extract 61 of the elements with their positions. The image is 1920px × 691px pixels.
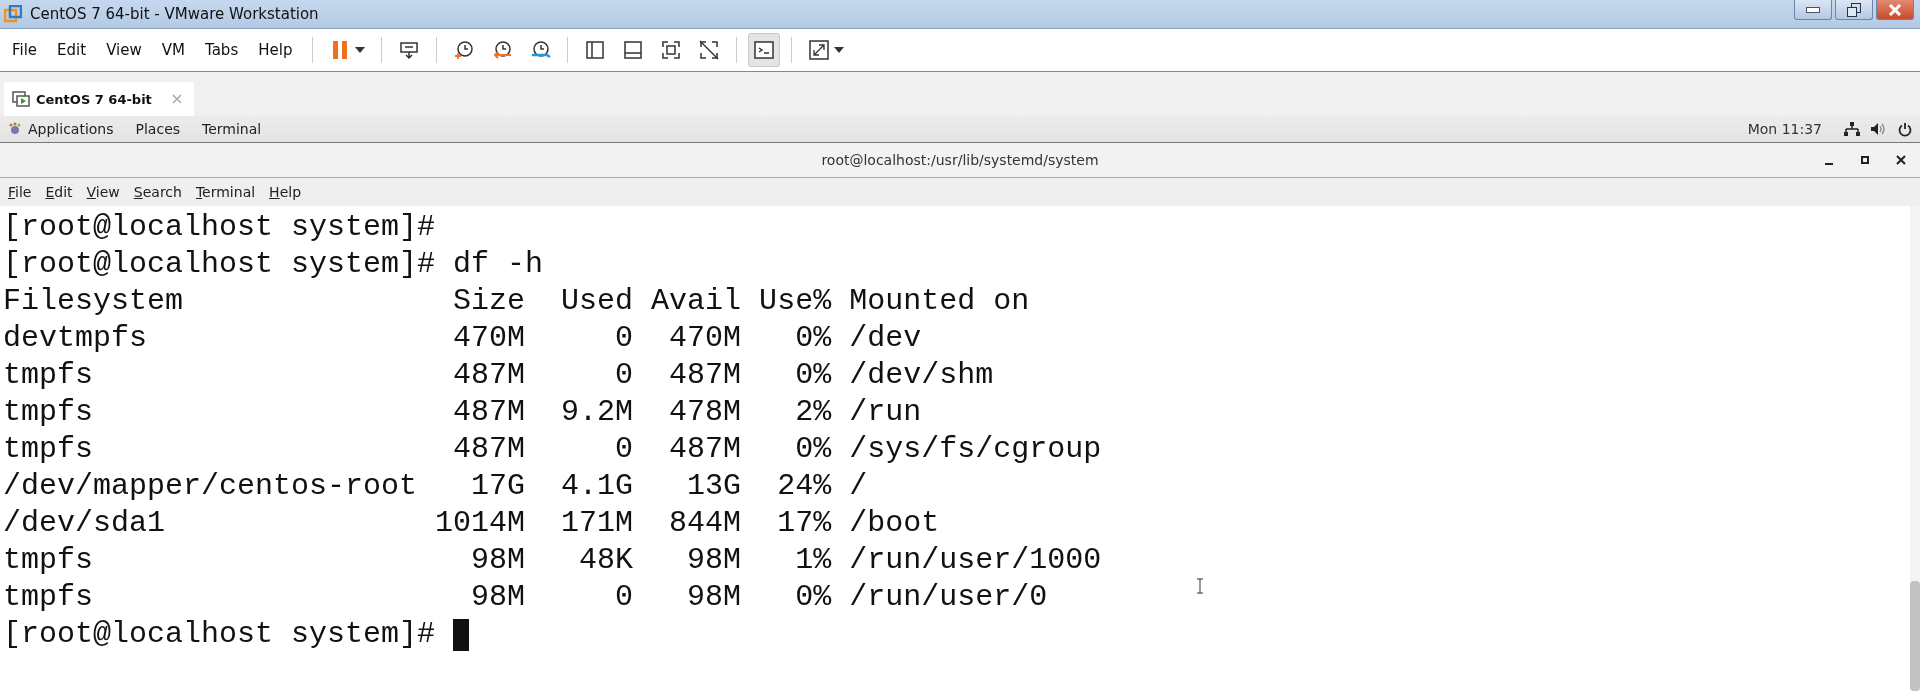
menu-item[interactable]: View: [86, 184, 120, 200]
terminal-line: tmpfs 98M 0 98M 0% /run/user/0: [3, 579, 1048, 616]
menu-item[interactable]: Edit: [45, 184, 73, 200]
power-icon[interactable]: [1898, 121, 1912, 137]
terminal-line: devtmpfs 470M 0 470M 0% /dev: [3, 320, 922, 357]
maximize-icon: [1861, 156, 1869, 164]
panel-menu[interactable]: Places: [135, 121, 181, 137]
terminal-title: root@localhost:/usr/lib/systemd/system: [821, 152, 1099, 168]
tab-label: CentOS 7 64-bit: [36, 91, 152, 107]
minimize-button[interactable]: [1794, 0, 1832, 20]
menu-item[interactable]: Help: [269, 184, 302, 200]
network-icon[interactable]: [1844, 122, 1860, 136]
terminal-line: tmpfs 487M 0 487M 0% /sys/fs/cgroup: [3, 431, 1102, 468]
fit-frame-icon: [660, 39, 683, 61]
terminal-line: /dev/sda1 1014M 171M 844M 17% /boot: [3, 505, 940, 542]
clock[interactable]: Mon 11:37: [1747, 121, 1822, 137]
split-view-icon: [584, 39, 607, 61]
terminal-line: [root@localhost system]#: [3, 616, 437, 653]
toolbar-button[interactable]: [748, 33, 781, 67]
menu-item[interactable]: Search: [133, 184, 182, 200]
frame-slash-icon: [698, 39, 721, 61]
menu-item[interactable]: File: [4, 41, 46, 59]
text-cursor-icon: [1196, 578, 1204, 594]
clock-wrench-icon: [529, 39, 552, 61]
terminal-line: tmpfs 487M 9.2M 478M 2% /run: [3, 394, 922, 431]
close-icon: [1896, 155, 1906, 165]
close-icon: [1888, 3, 1902, 16]
caret-icon: [834, 47, 845, 53]
vm-tab[interactable]: CentOS 7 64-bit: [4, 82, 194, 116]
foot-icon: [8, 122, 22, 136]
terminal-line: [root@localhost system]#: [3, 209, 436, 246]
scrollbar-thumb[interactable]: [1910, 581, 1920, 691]
panel-menu[interactable]: Terminal: [202, 121, 262, 137]
menu-item[interactable]: View: [98, 41, 150, 59]
vm-play-icon: [12, 91, 30, 107]
terminal-line: tmpfs 487M 0 487M 0% /dev/shm: [3, 357, 994, 394]
menu-item[interactable]: Help: [250, 41, 301, 59]
keyboard-arrow-icon: [398, 39, 421, 61]
fullscreen-icon: [808, 39, 831, 61]
menu-item[interactable]: VM: [153, 41, 193, 59]
panel-bottom-icon: [622, 39, 645, 61]
menu-item[interactable]: Terminal: [195, 184, 256, 200]
clock-arrow-icon: [491, 39, 514, 61]
restore-icon: [1847, 2, 1861, 17]
volume-icon[interactable]: [1870, 122, 1886, 136]
console-icon: [753, 39, 776, 61]
terminal-line: Filesystem Size Used Avail Use% Mounted on: [3, 283, 1030, 320]
caret-icon: [355, 47, 366, 53]
terminal-line: [root@localhost system]# df -h: [3, 246, 544, 283]
window-title: CentOS 7 64-bit - VMware Workstation: [30, 5, 319, 23]
clock-plus-icon: [453, 39, 476, 61]
minimize-icon: [1806, 6, 1820, 13]
menu-item[interactable]: Tabs: [197, 41, 247, 59]
terminal-line: tmpfs 98M 48K 98M 1% /run/user/1000: [3, 542, 1102, 579]
terminal-line: /dev/mapper/centos-root 17G 4.1G 13G 24% /: [3, 468, 868, 505]
menu-item[interactable]: Edit: [49, 41, 95, 59]
menu-item[interactable]: File: [8, 184, 32, 200]
panel-menu[interactable]: Applications: [28, 121, 114, 137]
restore-button[interactable]: [1835, 0, 1873, 20]
minimize-icon: [1825, 163, 1833, 165]
vmware-logo-icon: [4, 5, 22, 23]
